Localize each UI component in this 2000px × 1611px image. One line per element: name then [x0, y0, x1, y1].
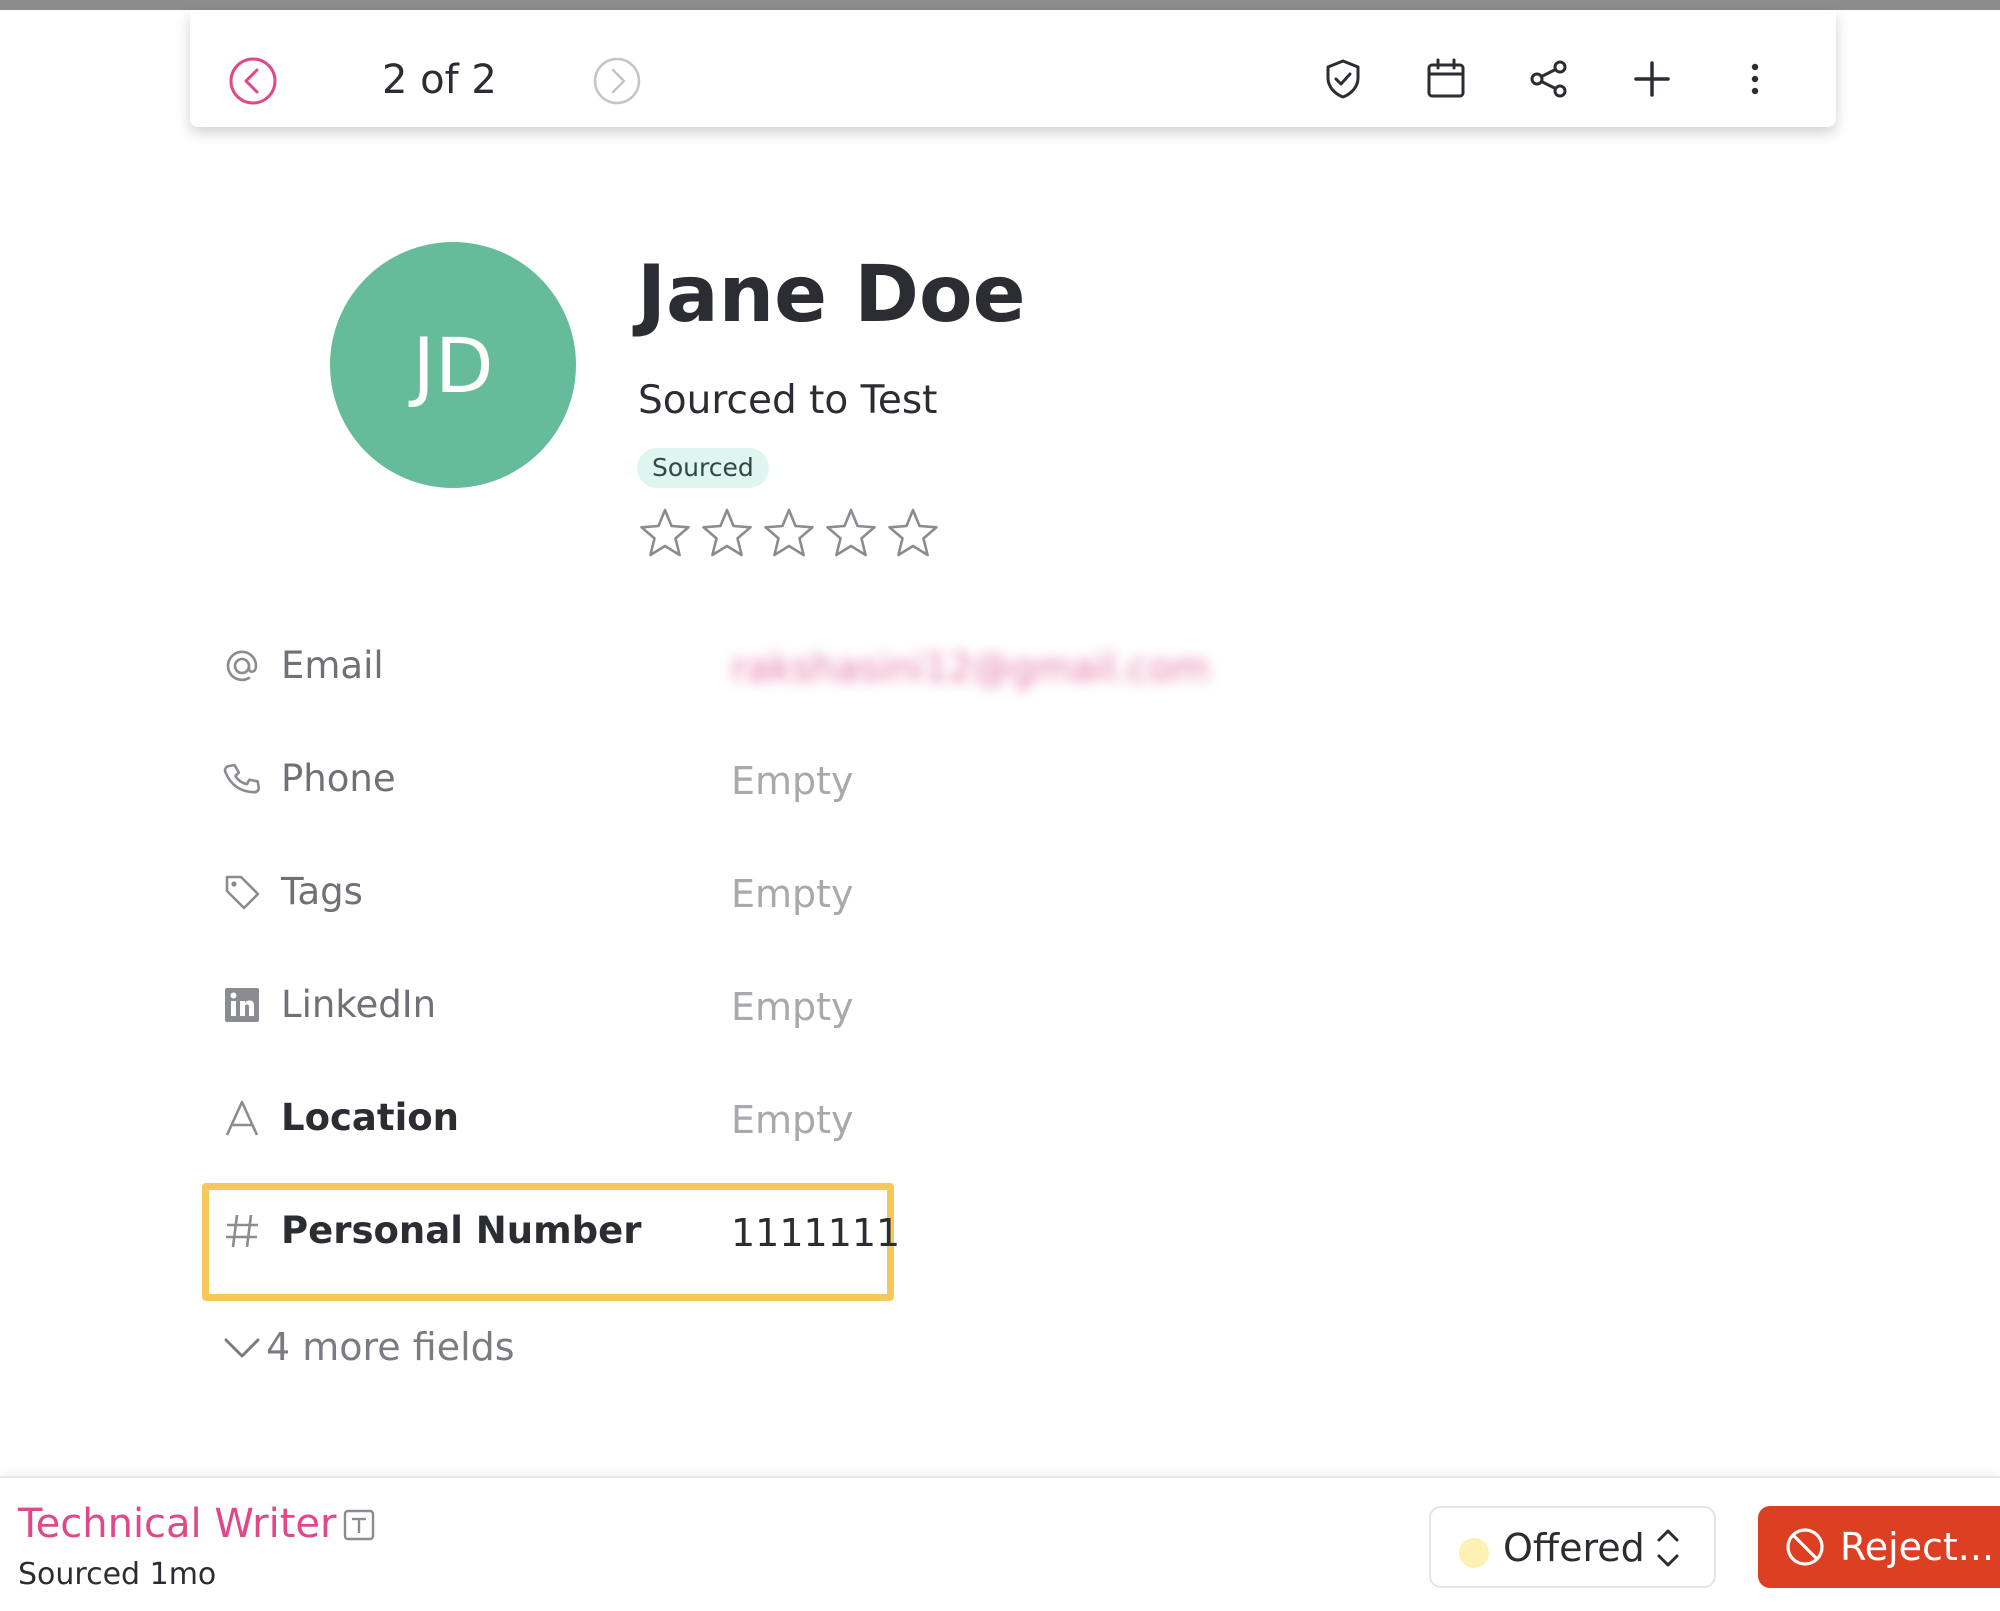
job-sourced-time: Sourced 1mo — [18, 1557, 217, 1592]
status-badge: Sourced — [637, 448, 769, 488]
more-fields-toggle[interactable]: 4 more fields — [222, 1322, 515, 1372]
tags-value[interactable]: Empty — [731, 871, 854, 917]
avatar: JD — [330, 242, 576, 488]
rating-stars — [636, 505, 942, 563]
job-title-link[interactable]: Technical Writer — [18, 1500, 336, 1548]
stage-color-dot — [1459, 1538, 1489, 1568]
candidate-counter: 2 of 2 — [382, 57, 497, 103]
linkedin-icon — [220, 983, 264, 1027]
stage-select[interactable]: Offered — [1429, 1506, 1716, 1588]
at-icon — [220, 644, 264, 688]
linkedin-value[interactable]: Empty — [731, 984, 854, 1030]
star-5-button[interactable] — [884, 505, 942, 563]
field-label: Tags — [281, 870, 363, 913]
stage-label: Offered — [1503, 1526, 1645, 1570]
hash-icon — [220, 1209, 264, 1253]
text-box-icon — [342, 1508, 376, 1542]
phone-icon — [220, 757, 264, 801]
star-icon — [702, 508, 752, 557]
star-icon — [888, 508, 938, 557]
star-1-button[interactable] — [636, 505, 694, 563]
reject-button[interactable]: Reject... — [1758, 1506, 2000, 1588]
tag-icon — [220, 870, 264, 914]
location-value[interactable]: Empty — [731, 1097, 854, 1143]
star-icon — [640, 508, 690, 557]
candidate-toolbar: 2 of 2 — [190, 10, 1836, 127]
next-candidate-button[interactable] — [592, 56, 642, 106]
field-row-email: Email rakshasini12@gmail.com — [220, 636, 1220, 696]
personal-number-value[interactable]: 1111111 — [731, 1210, 900, 1256]
star-2-button[interactable] — [698, 505, 756, 563]
chevron-down-icon — [224, 1338, 260, 1358]
avatar-initials: JD — [412, 320, 494, 410]
schedule-button[interactable] — [1423, 56, 1469, 102]
shield-check-icon — [1326, 59, 1360, 99]
star-icon — [826, 508, 876, 557]
field-label: LinkedIn — [281, 983, 437, 1026]
candidate-name: Jane Doe — [637, 250, 1026, 340]
plus-icon — [1634, 61, 1670, 97]
share-icon — [1530, 60, 1567, 98]
privacy-button[interactable] — [1320, 56, 1366, 102]
phone-value[interactable]: Empty — [731, 758, 854, 804]
text-type-icon — [220, 1096, 264, 1140]
more-vertical-icon — [1751, 63, 1759, 95]
add-button[interactable] — [1629, 56, 1675, 102]
field-row-tags: Tags Empty — [220, 862, 1220, 922]
field-row-location: Location Empty — [220, 1088, 1220, 1148]
email-value[interactable]: rakshasini12@gmail.com — [731, 645, 1209, 691]
field-label: Personal Number — [281, 1209, 642, 1252]
window-top-edge — [0, 0, 2000, 10]
field-label: Phone — [281, 757, 396, 800]
star-3-button[interactable] — [760, 505, 818, 563]
candidate-subtitle: Sourced to Test — [638, 378, 938, 423]
star-4-button[interactable] — [822, 505, 880, 563]
calendar-icon — [1427, 58, 1465, 98]
field-row-phone: Phone Empty — [220, 749, 1220, 809]
field-label: Location — [281, 1096, 460, 1139]
chevron-left-circle-icon — [229, 57, 277, 105]
more-fields-label: 4 more fields — [266, 1325, 515, 1369]
chevron-up-down-icon — [1653, 1522, 1683, 1574]
ban-icon — [1784, 1526, 1826, 1568]
reject-label: Reject... — [1840, 1525, 1995, 1569]
application-bar: Technical Writer Sourced 1mo Offered Rej… — [0, 1476, 2000, 1611]
field-row-linkedin: LinkedIn Empty — [220, 975, 1220, 1035]
field-label: Email — [281, 644, 384, 687]
more-options-button[interactable] — [1732, 56, 1778, 102]
chevron-right-circle-icon — [593, 57, 641, 105]
field-row-personal-number: Personal Number 1111111 — [220, 1201, 1220, 1261]
previous-candidate-button[interactable] — [228, 56, 278, 106]
share-button[interactable] — [1526, 56, 1572, 102]
star-icon — [764, 508, 814, 557]
